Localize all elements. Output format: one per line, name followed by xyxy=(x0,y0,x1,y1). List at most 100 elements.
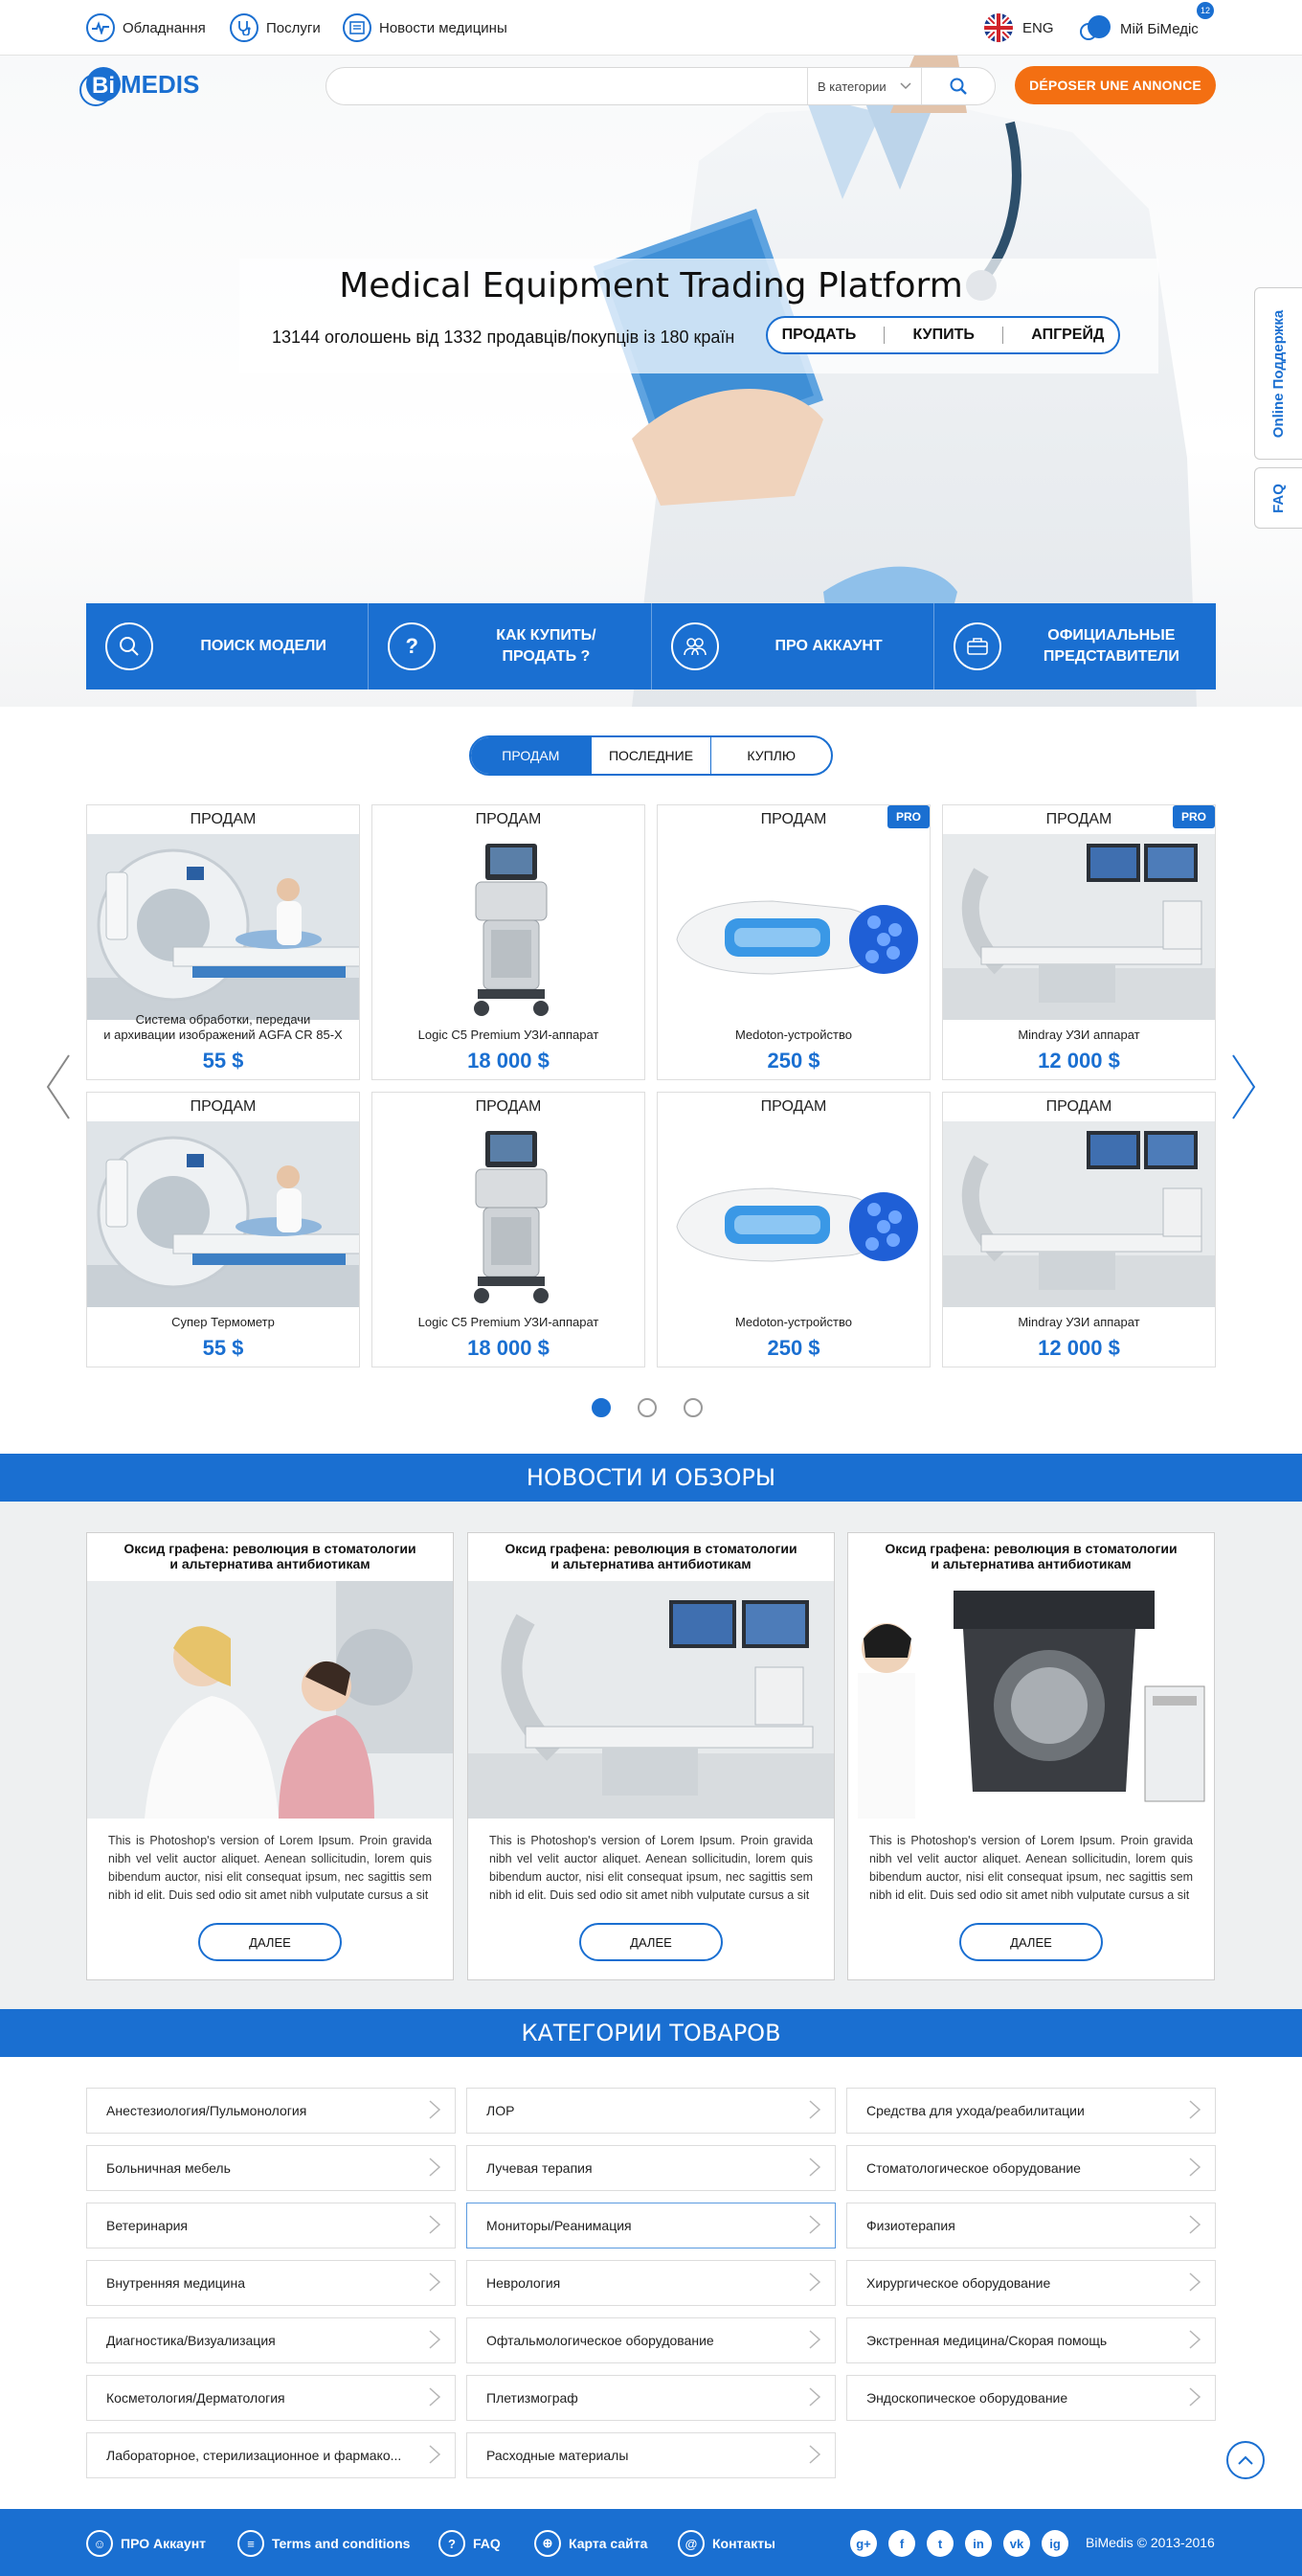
facebook-icon[interactable]: f xyxy=(888,2530,915,2557)
carousel-dot[interactable] xyxy=(592,1398,611,1417)
footer-contacts-label: Контакты xyxy=(712,2536,776,2551)
post-ad-button[interactable]: DÉPOSER UNE ANNONCE xyxy=(1015,66,1216,104)
divider xyxy=(1002,327,1004,344)
upgrade-button[interactable]: АПГРЕЙД xyxy=(1031,327,1104,344)
category-item[interactable]: Больничная мебель xyxy=(86,2145,456,2191)
chevron-right-icon xyxy=(428,2386,441,2410)
nav-news[interactable]: Новости медицины xyxy=(343,13,507,42)
twitter-icon[interactable]: t xyxy=(927,2530,954,2557)
buy-button[interactable]: КУПИТЬ xyxy=(913,327,975,344)
online-support-tab[interactable]: Online Поддержка xyxy=(1254,287,1302,460)
category-label: Хирургическое оборудование xyxy=(866,2275,1051,2291)
category-item[interactable]: Лабораторное, стерилизационное и фармако… xyxy=(86,2432,456,2478)
listing-type-label: ПРОДАМ xyxy=(760,1098,827,1115)
category-item[interactable]: Мониторы/Реанимация xyxy=(466,2203,836,2248)
listing-card[interactable]: ПРОДАМ PRO Medoton-устройство 250 $ xyxy=(657,804,931,1080)
faq-tab[interactable]: FAQ xyxy=(1254,467,1302,529)
nav-news-label: Новости медицины xyxy=(379,19,507,36)
chevron-right-icon xyxy=(428,2271,441,2295)
sell-button[interactable]: ПРОДАТЬ xyxy=(782,327,857,344)
category-item[interactable]: Офтальмологическое оборудование xyxy=(466,2317,836,2363)
listing-card[interactable]: ПРОДАМ Logic C5 Premium УЗИ-аппарат 18 000… xyxy=(371,1092,645,1367)
category-item[interactable]: Лучевая терапия xyxy=(466,2145,836,2191)
footer-contacts-link[interactable]: @ Контакты xyxy=(678,2530,775,2557)
tab-sell[interactable]: ПРОДАМ xyxy=(471,737,592,774)
my-account-link[interactable]: 12 Мій БіМедіс xyxy=(1080,2,1214,44)
category-item[interactable]: Неврология xyxy=(466,2260,836,2306)
linkedin-icon[interactable]: in xyxy=(965,2530,992,2557)
scroll-to-top-button[interactable] xyxy=(1226,2441,1265,2479)
feature-how-to-buy[interactable]: ? КАК КУПИТЬ/ПРОДАТЬ ? xyxy=(369,603,652,689)
category-item[interactable]: Стоматологическое оборудование xyxy=(846,2145,1216,2191)
tab-buy[interactable]: КУПЛЮ xyxy=(711,737,831,774)
category-label: Средства для ухода/реабилитации xyxy=(866,2103,1085,2118)
read-more-button[interactable]: ДАЛЕЕ xyxy=(198,1923,342,1961)
feature-account[interactable]: ПРО АККАУНТ xyxy=(652,603,934,689)
carousel-dot[interactable] xyxy=(638,1398,657,1417)
vk-icon[interactable]: vk xyxy=(1003,2530,1030,2557)
search-input[interactable] xyxy=(326,68,807,104)
footer-terms-link[interactable]: ≡ Terms and conditions xyxy=(237,2530,410,2557)
category-item[interactable]: Косметология/Дерматология xyxy=(86,2375,456,2421)
feature-representatives[interactable]: ОФИЦИАЛЬНЫЕ ПРЕДСТАВИТЕЛИ xyxy=(934,603,1216,689)
bimedis-logo[interactable]: Bi MEDIS xyxy=(73,61,236,109)
hero-title: Medical Equipment Trading Platform xyxy=(339,266,963,305)
hero-action-group: ПРОДАТЬ КУПИТЬ АПГРЕЙД xyxy=(766,316,1120,354)
category-item[interactable]: Физиотерапия xyxy=(846,2203,1216,2248)
chevron-right-icon xyxy=(428,2444,441,2468)
google-plus-icon[interactable]: g+ xyxy=(850,2530,877,2557)
listing-tabs: ПРОДАМ ПОСЛЕДНИЕ КУПЛЮ xyxy=(469,735,833,776)
category-label: Неврология xyxy=(486,2275,561,2291)
footer-sitemap-link[interactable]: ⊕ Карта сайта xyxy=(534,2530,647,2557)
news-title[interactable]: Оксид графена: революция в стоматологии и… xyxy=(485,1541,817,1581)
carousel-next-arrow[interactable] xyxy=(1229,1053,1258,1120)
category-item[interactable]: Анестезиология/Пульмонология xyxy=(86,2088,456,2134)
listing-card[interactable]: ПРОДАМ Mindray УЗИ аппарат 12 000 $ xyxy=(942,1092,1216,1367)
footer-faq-link[interactable]: ? FAQ xyxy=(438,2530,501,2557)
chevron-right-icon xyxy=(1188,2386,1201,2410)
nav-equipment[interactable]: Обладнання xyxy=(86,13,206,42)
category-item[interactable]: Средства для ухода/реабилитации xyxy=(846,2088,1216,2134)
category-item[interactable]: Экстренная медицина/Скорая помощь xyxy=(846,2317,1216,2363)
news-image[interactable] xyxy=(468,1581,834,1819)
user-avatar-icon: 12 xyxy=(1080,2,1214,44)
news-title[interactable]: Оксид графена: революция в стоматологии и… xyxy=(104,1541,436,1581)
hero-subtitle: 13144 оголошень від 1332 продавців/покуп… xyxy=(272,328,735,347)
listing-card[interactable]: ПРОДАМ Logic C5 Premium УЗИ-аппарат 18 000… xyxy=(371,804,645,1080)
nav-equipment-label: Обладнання xyxy=(123,19,206,36)
listing-card[interactable]: ПРОДАМ Супер Термометр 55 $ xyxy=(86,1092,360,1367)
listing-card[interactable]: ПРОДАМ Medoton-устройство 250 $ xyxy=(657,1092,931,1367)
tab-latest[interactable]: ПОСЛЕДНИЕ xyxy=(592,737,712,774)
category-item[interactable]: ЛОР xyxy=(466,2088,836,2134)
news-image[interactable] xyxy=(848,1581,1214,1819)
listing-type-label: ПРОДАМ xyxy=(475,811,542,827)
carousel-prev-arrow[interactable] xyxy=(44,1053,73,1120)
category-label: Внутренняя медицина xyxy=(106,2275,246,2291)
category-select[interactable]: В категории xyxy=(807,68,922,104)
read-more-button[interactable]: ДАЛЕЕ xyxy=(959,1923,1103,1961)
feature-search-model[interactable]: ПОИСК МОДЕЛИ xyxy=(86,603,370,689)
nav-services[interactable]: Послуги xyxy=(230,13,321,42)
category-item[interactable]: Плетизмограф xyxy=(466,2375,836,2421)
listing-card[interactable]: ПРОДАМ PRO Mindray УЗИ аппарат 12 000 $ xyxy=(942,804,1216,1080)
social-links: g+ f t in vk ig xyxy=(850,2530,1068,2557)
chevron-right-icon xyxy=(808,2386,821,2410)
read-more-button[interactable]: ДАЛЕЕ xyxy=(579,1923,723,1961)
language-switch[interactable]: ENG xyxy=(984,13,1054,42)
news-card: Оксид графена: революция в стоматологии и… xyxy=(86,1532,454,1980)
search-button[interactable] xyxy=(922,68,995,104)
carousel-dot[interactable] xyxy=(684,1398,703,1417)
chevron-right-icon xyxy=(808,2157,821,2181)
footer-account-link[interactable]: ☺ ПРО Аккаунт xyxy=(86,2530,206,2557)
category-item[interactable]: Внутренняя медицина xyxy=(86,2260,456,2306)
listing-card[interactable]: ПРОДАМ Система обработки, передачи и архив… xyxy=(86,804,360,1080)
category-item[interactable]: Расходные материалы xyxy=(466,2432,836,2478)
category-item[interactable]: Диагностика/Визуализация xyxy=(86,2317,456,2363)
news-image[interactable] xyxy=(87,1581,453,1819)
instagram-icon[interactable]: ig xyxy=(1042,2530,1068,2557)
category-item[interactable]: Эндоскопическое оборудование xyxy=(846,2375,1216,2421)
news-title[interactable]: Оксид графена: революция в стоматологии и… xyxy=(865,1541,1197,1581)
category-item[interactable]: Ветеринария xyxy=(86,2203,456,2248)
category-item[interactable]: Хирургическое оборудование xyxy=(846,2260,1216,2306)
listing-image xyxy=(943,1121,1215,1307)
